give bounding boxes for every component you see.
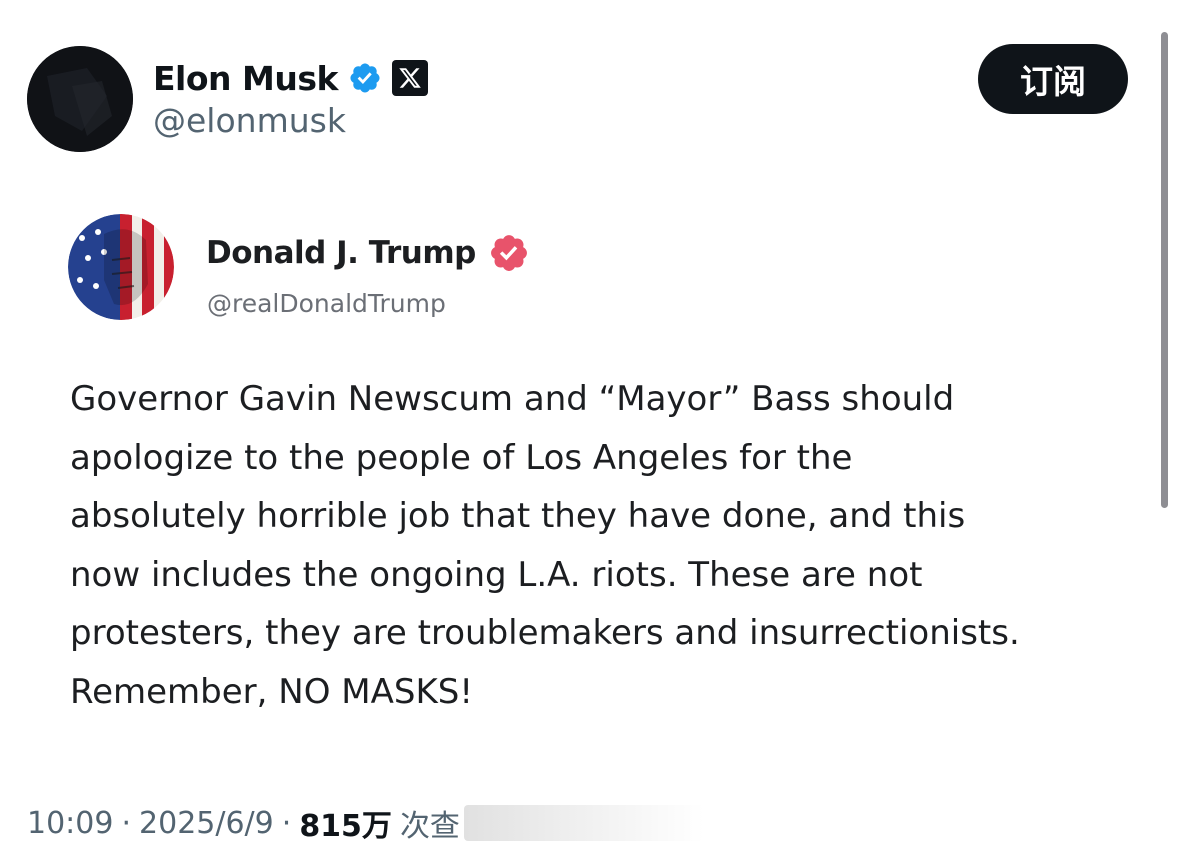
post-text-line: Governor Gavin Newscum and “Mayor” Bass … (70, 379, 955, 419)
meta-separator: · (281, 805, 292, 841)
embedded-author-avatar (68, 214, 174, 320)
tweet-meta: 10:09 · 2025/6/9 · 815万 次查 (27, 801, 704, 845)
tweet-time[interactable]: 10:09 (27, 806, 113, 841)
embedded-name-row: Donald J. Trump (206, 232, 530, 274)
views-label: 次查 (399, 809, 460, 844)
verified-badge-icon (490, 235, 527, 271)
author-name[interactable]: Elon Musk (153, 59, 338, 98)
author-avatar[interactable] (27, 46, 133, 152)
embedded-post-text: Governor Gavin Newscum and “Mayor” Bass … (70, 370, 1140, 721)
post-text-line: apologize to the people of Los Angeles f… (70, 437, 853, 478)
scrollbar[interactable] (1161, 32, 1168, 508)
post-text-line: now includes the ongoing L.A. riots. The… (70, 554, 923, 595)
meta-separator: · (121, 805, 132, 841)
embedded-author-handle: @realDonaldTrump (207, 289, 446, 318)
subscribe-button[interactable]: 订阅 (978, 44, 1128, 114)
post-text-line: protesters, they are troublemakers and i… (70, 613, 1020, 653)
author-name-row: Elon Musk (153, 56, 428, 100)
author-handle[interactable]: @elonmusk (153, 101, 346, 140)
tweet-date[interactable]: 2025/6/9 (139, 806, 274, 841)
tweet-page: Elon Musk @elonmusk 订阅 Donald J. Trump @… (0, 0, 1179, 856)
avatar-image (27, 46, 133, 152)
post-text-line: absolutely horrible job that they have d… (70, 496, 966, 536)
views-count: 815万 (299, 809, 392, 844)
embedded-post-image[interactable]: Donald J. Trump @realDonaldTrump Governo… (40, 190, 1140, 750)
redacted-blur (463, 805, 704, 841)
x-logo-icon (391, 60, 428, 96)
post-text-line: Remember, NO MASKS! (70, 671, 473, 712)
embedded-author-name: Donald J. Trump (206, 235, 476, 271)
flag-portrait-avatar (68, 214, 174, 320)
verified-badge-icon[interactable] (348, 61, 382, 95)
